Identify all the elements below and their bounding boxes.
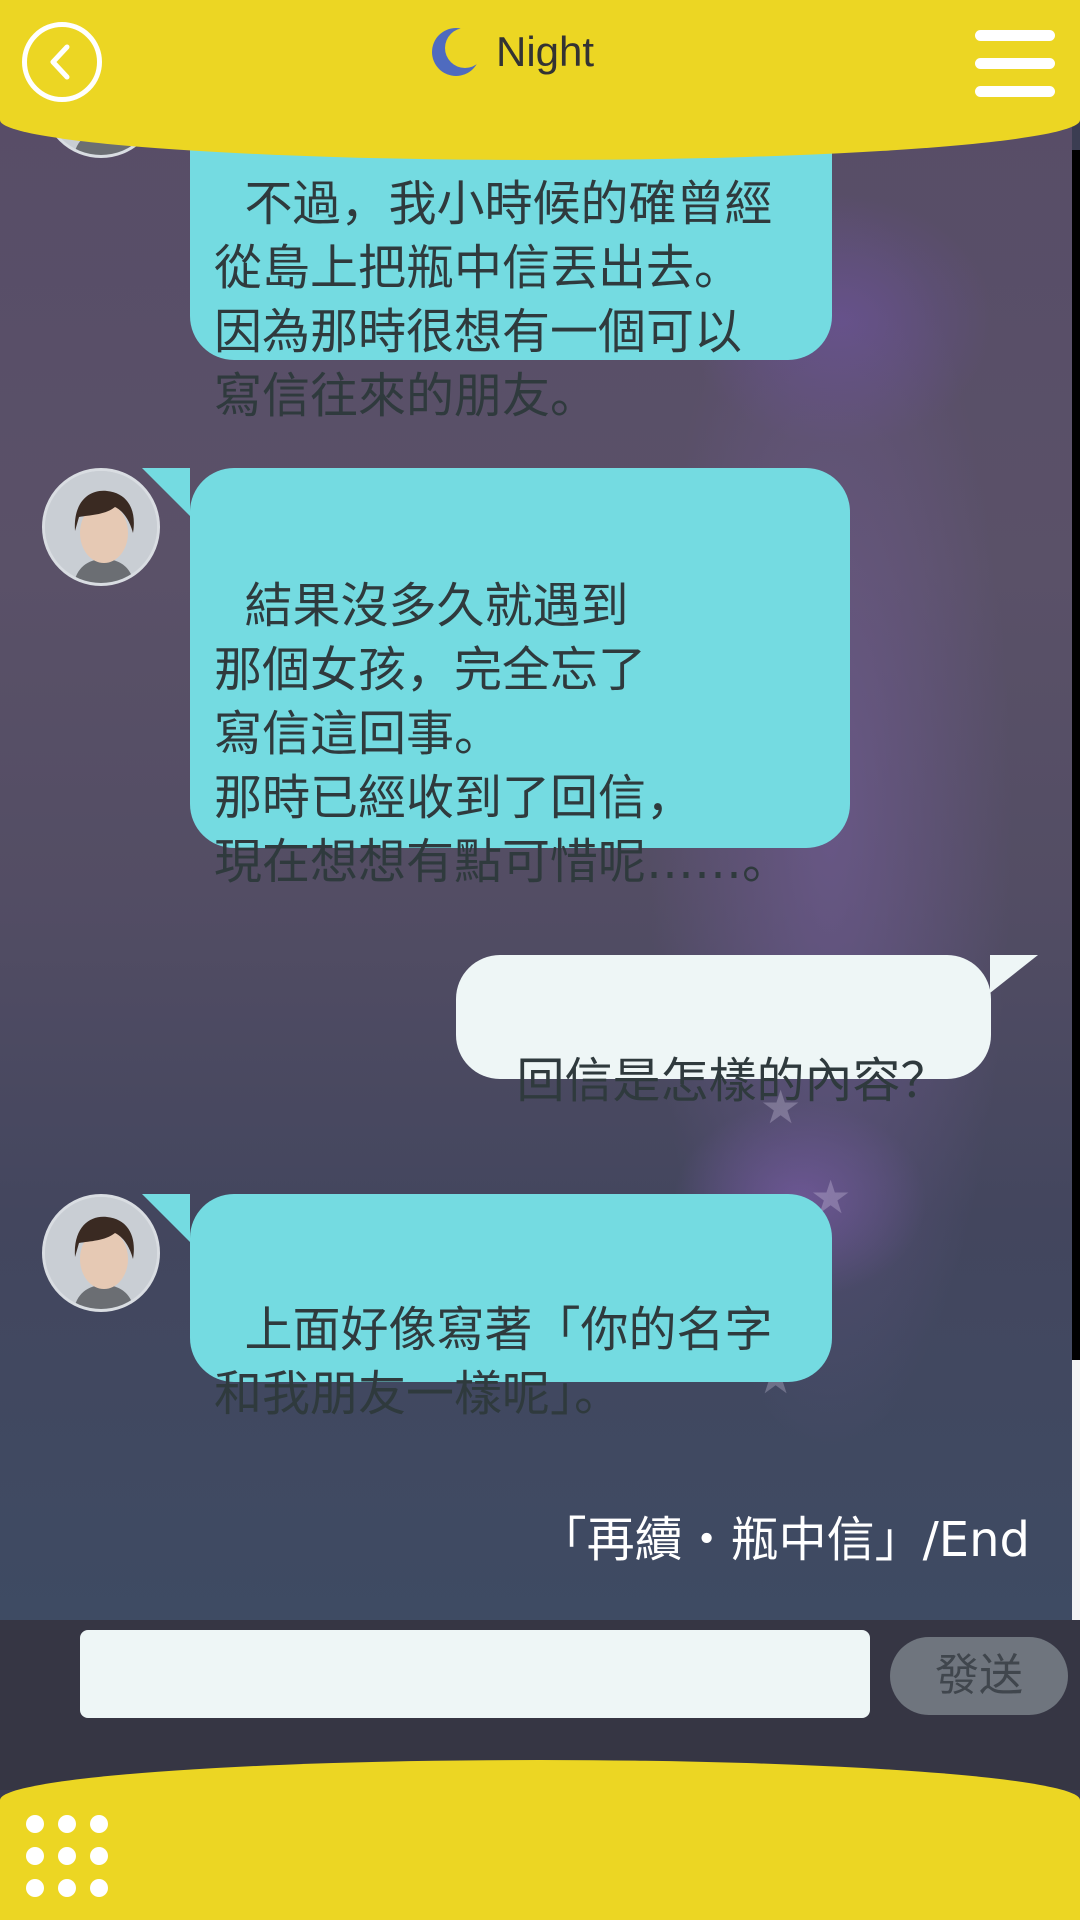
chat-bubble-incoming: 結果沒多久就遇到 那個女孩，完全忘了 寫信這回事。 那時已經收到了回信， 現在想…	[190, 468, 850, 890]
send-button[interactable]: 發送	[890, 1637, 1068, 1715]
bubble-tail	[142, 468, 190, 516]
page-title: Night	[496, 28, 595, 75]
story-end-label: 「再續・瓶中信」/End	[538, 1512, 1030, 1568]
app-footer	[0, 1760, 1080, 1920]
message-text: 結果沒多久就遇到 那個女孩，完全忘了 寫信這回事。 那時已經收到了回信， 現在想…	[214, 578, 791, 890]
bubble-tail	[990, 955, 1038, 993]
menu-button[interactable]	[975, 30, 1055, 100]
message-input[interactable]	[80, 1630, 870, 1718]
chat-bubble-incoming: 上面好像寫著「你的名字 和我朋友一樣呢」。	[190, 1194, 832, 1422]
back-arrow-icon	[50, 44, 70, 80]
message-text: 回信是怎樣的內容？	[516, 1053, 949, 1109]
hamburger-menu-icon	[975, 30, 1055, 41]
bubble-tail	[142, 1194, 190, 1242]
grid-menu-button[interactable]	[26, 1815, 108, 1897]
back-button[interactable]	[22, 22, 102, 102]
edge-strip	[1072, 150, 1080, 1360]
chat-bubble-outgoing: 回信是怎樣的內容？	[456, 955, 991, 1109]
moon-icon	[432, 28, 482, 76]
edge-strip-light	[1072, 1360, 1080, 1620]
app-header: Night	[0, 0, 1080, 160]
